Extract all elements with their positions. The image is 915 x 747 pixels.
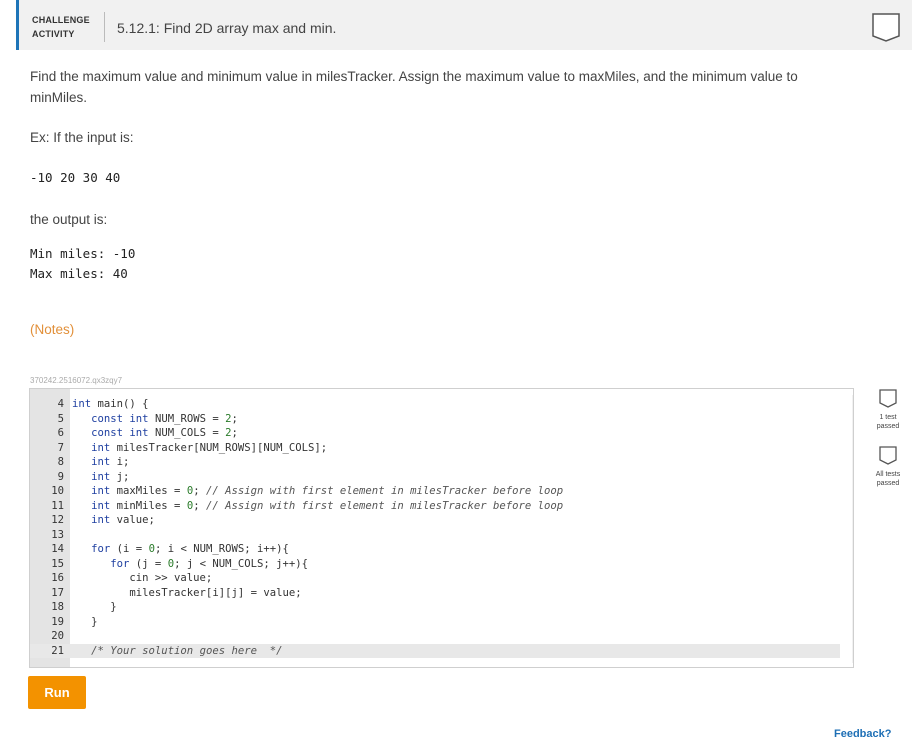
- editor-scrollbar[interactable]: [852, 395, 853, 663]
- line-number: 15: [51, 557, 64, 570]
- example-intro: Ex: If the input is:: [30, 130, 134, 145]
- code-line[interactable]: 19 }: [30, 615, 840, 630]
- line-number: 13: [51, 528, 64, 541]
- instruction-line1: Find the maximum value and minimum value…: [30, 69, 798, 84]
- code-line[interactable]: 11 int minMiles = 0; // Assign with firs…: [30, 499, 840, 514]
- code-editor[interactable]: 4 int main() {5 const int NUM_ROWS = 2; 6 …: [29, 388, 854, 668]
- code-line[interactable]: 13: [30, 528, 840, 543]
- activity-header: CHALLENGE ACTIVITY 5.12.1: Find 2D array…: [16, 0, 912, 50]
- output-line1: Min miles: -10: [30, 246, 136, 261]
- activity-title: 5.12.1: Find 2D array max and min.: [117, 20, 337, 36]
- test2-label-line1: All tests: [875, 471, 901, 478]
- code-line[interactable]: 12 int value;: [30, 513, 840, 528]
- code-text[interactable]: int i;: [72, 455, 129, 470]
- instruction-line2: minMiles.: [30, 90, 88, 105]
- code-text[interactable]: const int NUM_COLS = 2;: [72, 426, 238, 441]
- code-text[interactable]: for (i = 0; i < NUM_ROWS; i++){: [72, 542, 289, 557]
- code-line[interactable]: 4 int main() {: [30, 397, 840, 412]
- code-line[interactable]: 14 for (i = 0; i < NUM_ROWS; i++){: [30, 542, 840, 557]
- test-badge-icon: [879, 389, 897, 408]
- code-text[interactable]: int maxMiles = 0; // Assign with first e…: [72, 484, 563, 499]
- test1-label-line1: 1 test: [879, 414, 897, 421]
- code-line[interactable]: 6 const int NUM_COLS = 2;: [30, 426, 840, 441]
- code-text[interactable]: int milesTracker[NUM_ROWS][NUM_COLS];: [72, 441, 327, 456]
- code-text[interactable]: }: [72, 615, 97, 630]
- code-line[interactable]: 9 int j;: [30, 470, 840, 485]
- example-output: Min miles: -10 Max miles: 40: [30, 244, 135, 284]
- line-number: 19: [51, 615, 64, 628]
- line-number: 10: [51, 485, 64, 497]
- code-text[interactable]: for (j = 0; j < NUM_COLS; j++){: [72, 557, 308, 572]
- challenge-label-line2: ACTIVITY: [32, 29, 75, 39]
- test1-label-line2: passed: [876, 423, 900, 430]
- run-button[interactable]: Run: [28, 676, 86, 709]
- notes-link[interactable]: (Notes): [30, 322, 74, 337]
- code-text[interactable]: int value;: [72, 513, 155, 528]
- code-line[interactable]: 17 milesTracker[i][j] = value;: [30, 586, 840, 601]
- line-number: 9: [57, 470, 64, 483]
- code-text[interactable]: int main() {: [72, 397, 149, 412]
- line-number: 18: [51, 601, 64, 613]
- line-number: 21: [51, 644, 64, 657]
- line-number: 5: [57, 412, 64, 425]
- line-number: 8: [57, 456, 64, 468]
- code-line[interactable]: 7 int milesTracker[NUM_ROWS][NUM_COLS];: [30, 441, 840, 456]
- code-text[interactable]: const int NUM_ROWS = 2;: [72, 412, 238, 427]
- code-line[interactable]: 10 int maxMiles = 0; // Assign with firs…: [30, 484, 840, 499]
- test2-label-line2: passed: [876, 480, 900, 487]
- code-line[interactable]: 20: [30, 629, 840, 644]
- code-text[interactable]: int j;: [72, 470, 129, 485]
- line-number: 14: [51, 543, 64, 555]
- test-status-all: All tests passed: [866, 445, 910, 488]
- challenge-activity-label: CHALLENGE ACTIVITY: [32, 13, 90, 41]
- line-number: 17: [51, 586, 64, 599]
- code-id: 370242.2516072.qx3zqy7: [30, 376, 123, 385]
- line-number: 4: [57, 398, 64, 410]
- code-line[interactable]: 15 for (j = 0; j < NUM_COLS; j++){: [30, 557, 840, 572]
- feedback-link[interactable]: Feedback?: [834, 728, 891, 740]
- code-text[interactable]: }: [72, 600, 116, 615]
- line-number: 7: [57, 441, 64, 454]
- code-text[interactable]: milesTracker[i][j] = value;: [72, 586, 301, 601]
- code-line[interactable]: 8 int i;: [30, 455, 840, 470]
- test-badge-icon: [879, 446, 897, 465]
- line-number: 12: [51, 514, 64, 526]
- code-line[interactable]: 16 cin >> value;: [30, 571, 840, 586]
- test-status-1: 1 test passed: [866, 388, 910, 431]
- instruction-text: Find the maximum value and minimum value…: [30, 66, 798, 108]
- challenge-label-line1: CHALLENGE: [32, 15, 90, 25]
- code-text[interactable]: cin >> value;: [72, 571, 212, 586]
- output-line2: Max miles: 40: [30, 266, 128, 281]
- completion-badge-icon: [871, 12, 901, 47]
- code-line[interactable]: 18 }: [30, 600, 840, 615]
- line-number: 20: [51, 630, 64, 642]
- code-text[interactable]: int minMiles = 0; // Assign with first e…: [72, 499, 563, 514]
- line-number: 16: [51, 572, 64, 584]
- example-input: -10 20 30 40: [30, 170, 121, 185]
- challenge-activity-panel: CHALLENGE ACTIVITY 5.12.1: Find 2D array…: [16, 0, 912, 747]
- header-divider: [104, 12, 105, 42]
- code-line[interactable]: 21 /* Your solution goes here */: [30, 643, 840, 659]
- output-intro: the output is:: [30, 212, 108, 227]
- line-number: 11: [51, 499, 64, 512]
- code-text[interactable]: /* Your solution goes here */: [72, 644, 282, 659]
- code-line[interactable]: 5 const int NUM_ROWS = 2;: [30, 412, 840, 427]
- line-number: 6: [57, 427, 64, 439]
